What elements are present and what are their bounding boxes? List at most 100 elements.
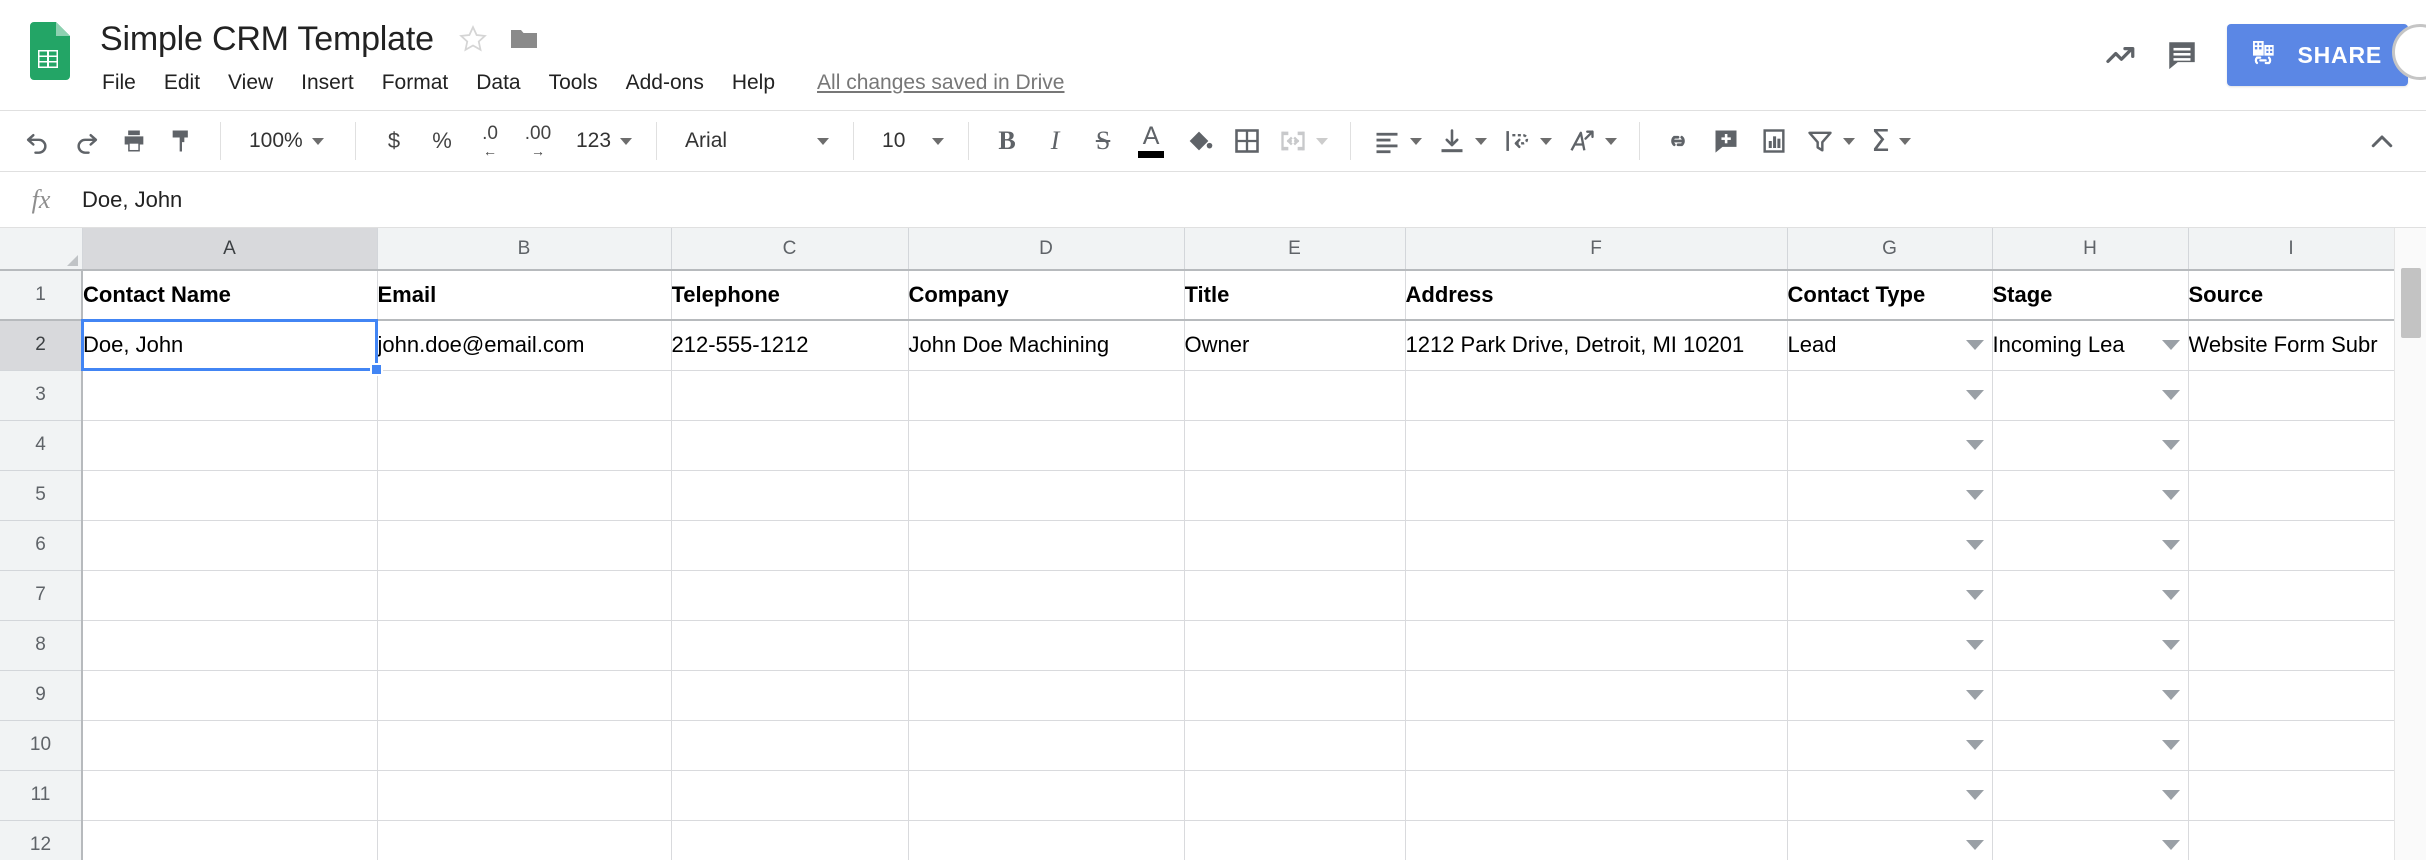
- cell-F10[interactable]: [1405, 720, 1788, 771]
- cell-D9[interactable]: [908, 670, 1185, 721]
- cell-D7[interactable]: [908, 570, 1185, 621]
- cell-E6[interactable]: [1184, 520, 1406, 571]
- trending-up-icon[interactable]: [2089, 24, 2151, 86]
- data-validation-dropdown-icon[interactable]: [1965, 540, 1984, 550]
- cell-I4[interactable]: [2188, 420, 2395, 471]
- decrease-decimal-button[interactable]: .0 ←: [466, 117, 514, 165]
- cell-G5[interactable]: [1787, 470, 1993, 521]
- data-validation-dropdown-icon[interactable]: [2161, 840, 2180, 850]
- cell-D12[interactable]: [908, 820, 1185, 860]
- cell-F2[interactable]: 1212 Park Drive, Detroit, MI 10201: [1405, 320, 1788, 371]
- cell-C3[interactable]: [671, 370, 909, 421]
- cell-F4[interactable]: [1405, 420, 1788, 471]
- data-validation-dropdown-icon[interactable]: [1965, 790, 1984, 800]
- strikethrough-button[interactable]: S: [1079, 117, 1127, 165]
- folder-icon[interactable]: [510, 27, 538, 51]
- row-header-10[interactable]: 10: [0, 720, 83, 771]
- cell-D1[interactable]: Company: [908, 270, 1185, 321]
- cell-A12[interactable]: [82, 820, 378, 860]
- functions-button[interactable]: Σ: [1863, 117, 1919, 165]
- cell-E10[interactable]: [1184, 720, 1406, 771]
- cell-E5[interactable]: [1184, 470, 1406, 521]
- comment-icon[interactable]: [2151, 24, 2213, 86]
- cell-I10[interactable]: [2188, 720, 2395, 771]
- cell-C12[interactable]: [671, 820, 909, 860]
- text-color-button[interactable]: A: [1127, 117, 1175, 165]
- row-header-8[interactable]: 8: [0, 620, 83, 671]
- cell-H8[interactable]: [1992, 620, 2189, 671]
- data-validation-dropdown-icon[interactable]: [2161, 790, 2180, 800]
- row-header-7[interactable]: 7: [0, 570, 83, 621]
- fill-handle[interactable]: [370, 363, 383, 376]
- cell-D11[interactable]: [908, 770, 1185, 821]
- horizontal-align-button[interactable]: [1365, 117, 1430, 165]
- insert-link-icon[interactable]: [1654, 117, 1702, 165]
- data-validation-dropdown-icon[interactable]: [2161, 690, 2180, 700]
- cell-D5[interactable]: [908, 470, 1185, 521]
- row-header-2[interactable]: 2: [0, 320, 83, 371]
- row-header-12[interactable]: 12: [0, 820, 83, 860]
- cell-H7[interactable]: [1992, 570, 2189, 621]
- bold-button[interactable]: B: [983, 117, 1031, 165]
- cell-I6[interactable]: [2188, 520, 2395, 571]
- data-validation-dropdown-icon[interactable]: [1965, 340, 1984, 351]
- column-header-c[interactable]: C: [671, 228, 909, 271]
- cell-D2[interactable]: John Doe Machining: [908, 320, 1185, 371]
- document-title[interactable]: Simple CRM Template: [100, 20, 434, 59]
- cell-I9[interactable]: [2188, 670, 2395, 721]
- row-header-11[interactable]: 11: [0, 770, 83, 821]
- cell-F7[interactable]: [1405, 570, 1788, 621]
- row-header-5[interactable]: 5: [0, 470, 83, 521]
- row-header-3[interactable]: 3: [0, 370, 83, 421]
- cell-C2[interactable]: 212-555-1212: [671, 320, 909, 371]
- cell-F1[interactable]: Address: [1405, 270, 1788, 321]
- select-all-corner[interactable]: [0, 228, 83, 271]
- cell-H1[interactable]: Stage: [1992, 270, 2189, 321]
- cell-G9[interactable]: [1787, 670, 1993, 721]
- cell-B7[interactable]: [377, 570, 672, 621]
- menu-item-data[interactable]: Data: [462, 67, 534, 99]
- menu-item-format[interactable]: Format: [368, 67, 463, 99]
- column-header-d[interactable]: D: [908, 228, 1185, 271]
- cell-H12[interactable]: [1992, 820, 2189, 860]
- cell-A10[interactable]: [82, 720, 378, 771]
- print-icon[interactable]: [110, 117, 158, 165]
- cell-I1[interactable]: Source: [2188, 270, 2395, 321]
- cell-F3[interactable]: [1405, 370, 1788, 421]
- cell-E12[interactable]: [1184, 820, 1406, 860]
- cell-C7[interactable]: [671, 570, 909, 621]
- cell-E9[interactable]: [1184, 670, 1406, 721]
- menu-item-help[interactable]: Help: [718, 67, 789, 99]
- data-validation-dropdown-icon[interactable]: [2161, 440, 2180, 450]
- cell-A9[interactable]: [82, 670, 378, 721]
- data-validation-dropdown-icon[interactable]: [2161, 490, 2180, 500]
- cell-F5[interactable]: [1405, 470, 1788, 521]
- undo-icon[interactable]: [14, 117, 62, 165]
- cell-I3[interactable]: [2188, 370, 2395, 421]
- cell-I2[interactable]: Website Form Subr: [2188, 320, 2395, 371]
- cell-D4[interactable]: [908, 420, 1185, 471]
- cell-B5[interactable]: [377, 470, 672, 521]
- cell-E3[interactable]: [1184, 370, 1406, 421]
- cell-C6[interactable]: [671, 520, 909, 571]
- share-button[interactable]: SHARE: [2227, 24, 2408, 86]
- cell-B11[interactable]: [377, 770, 672, 821]
- row-header-9[interactable]: 9: [0, 670, 83, 721]
- cell-I12[interactable]: [2188, 820, 2395, 860]
- borders-button[interactable]: [1223, 117, 1271, 165]
- cell-H9[interactable]: [1992, 670, 2189, 721]
- insert-comment-icon[interactable]: [1702, 117, 1750, 165]
- menu-item-addons[interactable]: Add-ons: [612, 67, 718, 99]
- menu-item-view[interactable]: View: [214, 67, 287, 99]
- star-outline-icon[interactable]: [458, 24, 488, 54]
- cell-F8[interactable]: [1405, 620, 1788, 671]
- cell-B2[interactable]: john.doe@email.com: [377, 320, 672, 371]
- data-validation-dropdown-icon[interactable]: [1965, 390, 1984, 400]
- cell-D6[interactable]: [908, 520, 1185, 571]
- cell-C8[interactable]: [671, 620, 909, 671]
- data-validation-dropdown-icon[interactable]: [2161, 590, 2180, 600]
- currency-format-button[interactable]: $: [370, 117, 418, 165]
- cell-B1[interactable]: Email: [377, 270, 672, 321]
- cell-B10[interactable]: [377, 720, 672, 771]
- percent-format-button[interactable]: %: [418, 117, 466, 165]
